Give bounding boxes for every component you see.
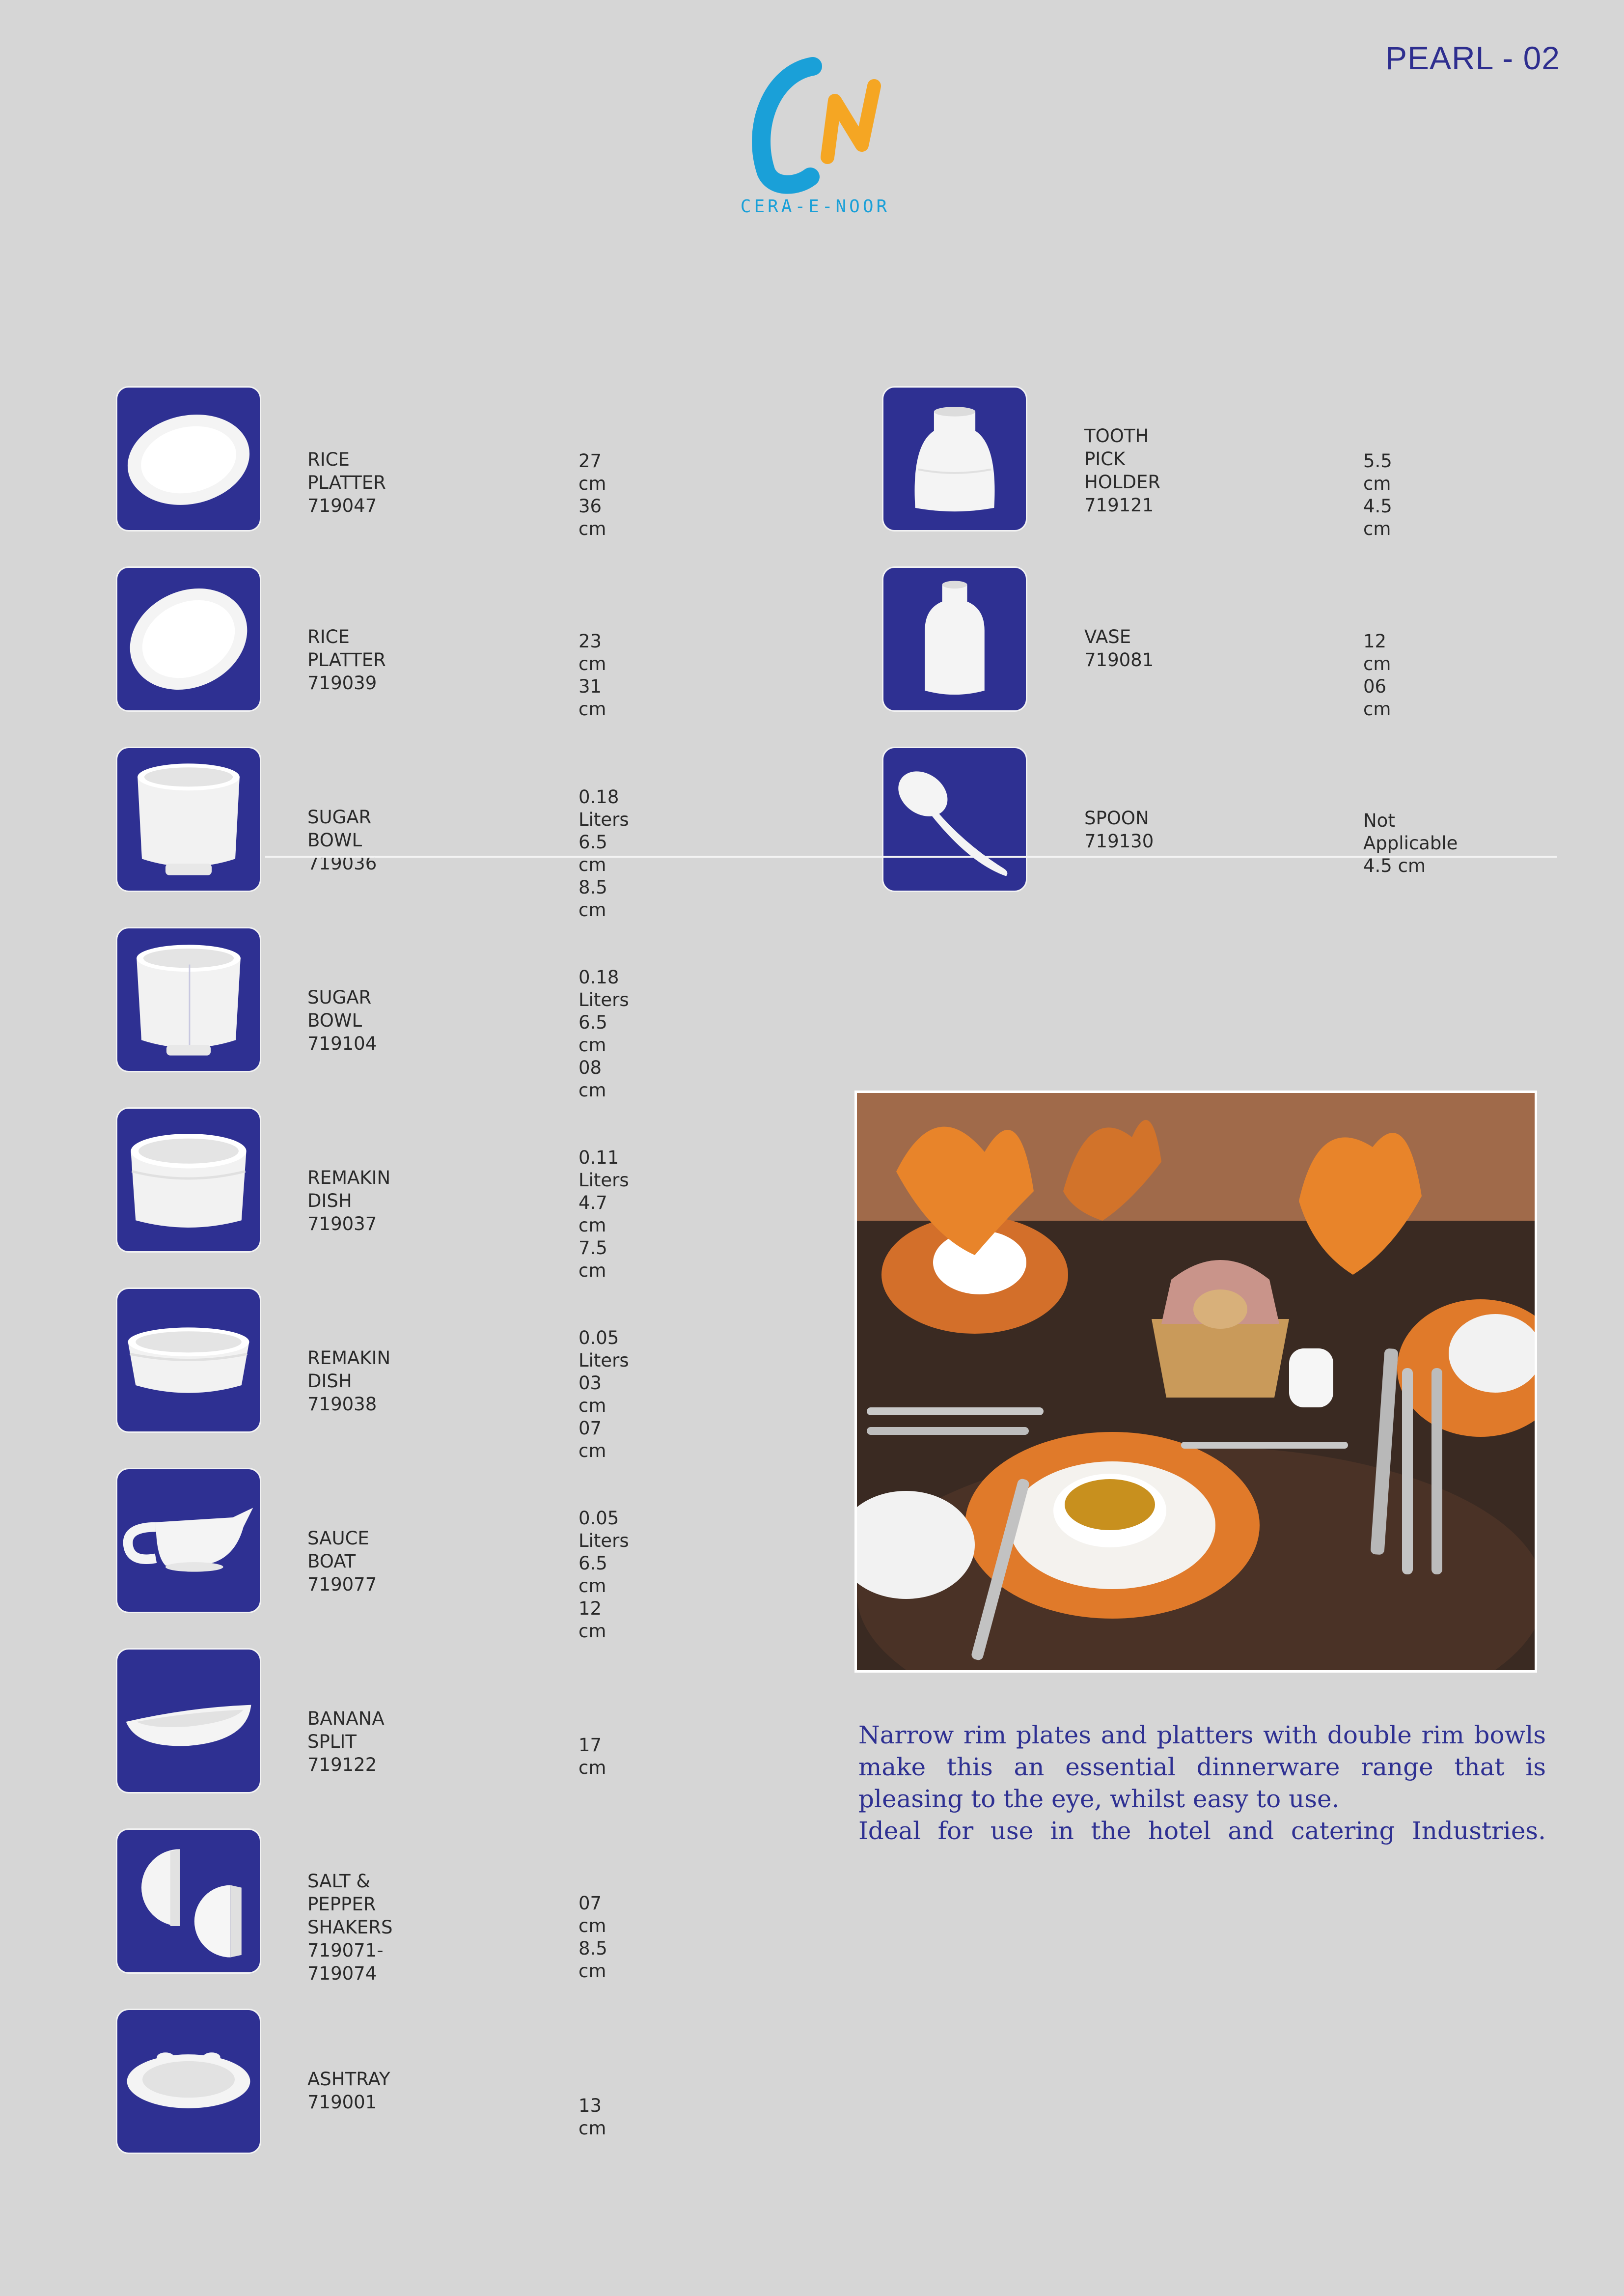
sugar-bowl-icon (116, 747, 261, 892)
product-dimensions: 0.18 Liters 6.5 cm 8.5 cm (578, 786, 629, 921)
vase-icon (882, 566, 1027, 712)
product-dimensions: 0.11 Liters 4.7 cm 7.5 cm (578, 1147, 629, 1281)
product-dimensions: 23 cm 31 cm (578, 631, 606, 720)
description-line: pleasing to the eye, whilst easy to use. (858, 1785, 1340, 1813)
page-code: PEARL - 02 (1385, 40, 1560, 76)
product-name: RICE PLATTER 719047 (307, 449, 386, 516)
ramekin-icon (116, 1107, 261, 1253)
banana-split-icon (116, 1648, 261, 1793)
product-dimensions: 13 cm (578, 2095, 606, 2139)
ramekin-icon (116, 1288, 261, 1433)
product-name: REMAKIN DISH 719038 (307, 1347, 391, 1415)
product-dimensions: 0.05 Liters 03 cm 07 cm (578, 1327, 629, 1461)
product-name: SUGAR BOWL 719036 (307, 807, 377, 874)
product-name: SAUCE BOAT 719077 (307, 1528, 377, 1595)
product-name: SALT & PEPPER SHAKERS 719071-719074 (307, 1871, 393, 1984)
product-dimensions: Not Applicable 4.5 cm (1363, 810, 1458, 876)
product-name: SUGAR BOWL 719104 (307, 987, 377, 1054)
product-dimensions: 0.18 Liters 6.5 cm 08 cm (578, 967, 629, 1101)
product-name: VASE 719081 (1084, 626, 1154, 671)
product-name: TOOTH PICK HOLDER 719121 (1084, 425, 1161, 516)
product-name: RICE PLATTER 719039 (307, 626, 386, 694)
table-setting-photo (854, 1091, 1537, 1673)
product-dimensions: 0.05 Liters 6.5 cm 12 cm (578, 1508, 629, 1642)
product-dimensions: 27 cm 36 cm (578, 450, 606, 539)
sauce-boat-icon (116, 1468, 261, 1613)
spoon-icon (882, 747, 1027, 892)
divider (265, 856, 1557, 858)
oval-platter-icon (116, 386, 261, 532)
product-dimensions: 12 cm 06 cm (1363, 631, 1391, 720)
oval-platter-icon (116, 566, 261, 712)
brand-name: CERA-E-NOOR (740, 196, 890, 217)
product-dimensions: 5.5 cm 4.5 cm (1363, 450, 1392, 539)
product-name: SPOON 719130 (1084, 808, 1154, 852)
description-line: make this an essential dinnerware range … (858, 1753, 1546, 1781)
salt-pepper-shakers-icon (116, 1828, 261, 1974)
product-name: ASHTRAY 719001 (307, 2069, 390, 2113)
description: Narrow rim plates and platters with doub… (858, 1719, 1546, 1847)
product-name: BANANA SPLIT 719122 (307, 1708, 385, 1775)
product-dimensions: 17 cm (578, 1735, 606, 1778)
description-line: Ideal for use in the hotel and catering … (858, 1817, 1546, 1845)
ashtray-icon (116, 2009, 261, 2154)
description-line: Narrow rim plates and platters with doub… (858, 1721, 1546, 1749)
toothpick-holder-icon (882, 386, 1027, 532)
sugar-bowl-icon (116, 927, 261, 1072)
product-name: REMAKIN DISH 719037 (307, 1167, 391, 1234)
product-dimensions: 07 cm 8.5 cm (578, 1893, 607, 1982)
